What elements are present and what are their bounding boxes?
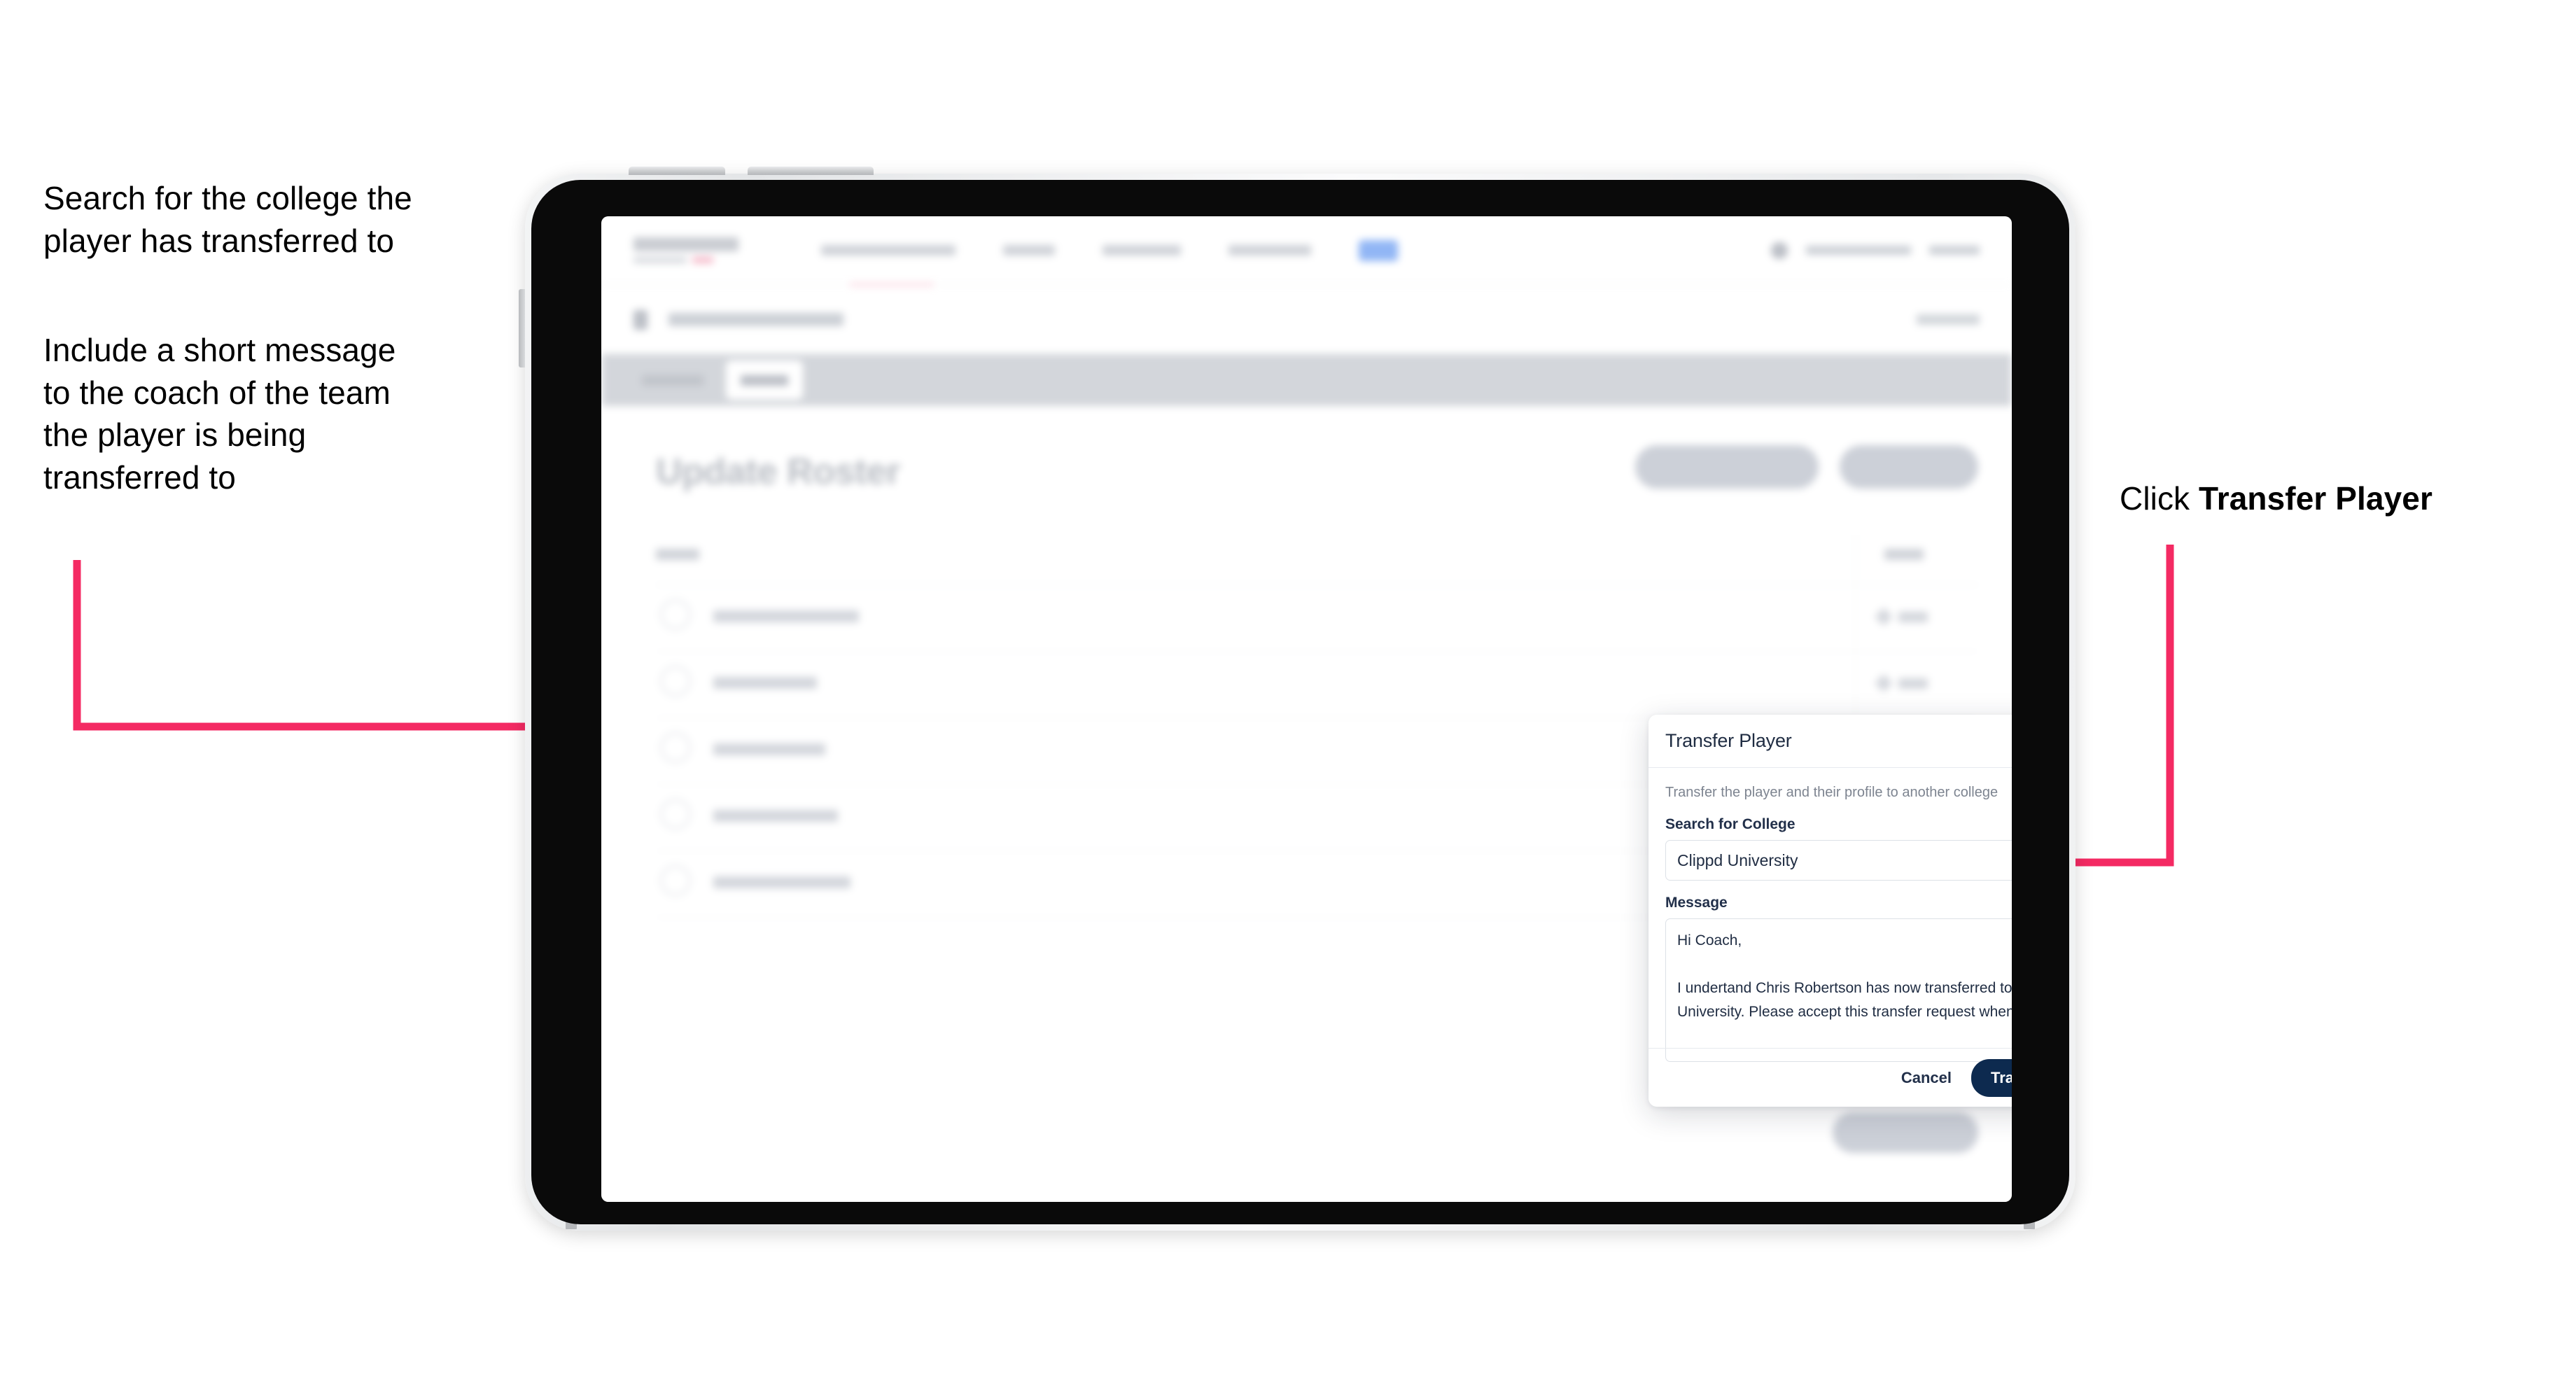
college-field-label: Search for College — [1665, 816, 1795, 832]
app-breadcrumb-bar — [601, 286, 2012, 354]
tablet-screen: Update Roster Transfer Player Transfer t… — [601, 216, 2012, 1202]
logo-wordmark — [634, 237, 738, 251]
message-field-label: Message — [1665, 895, 1728, 911]
breadcrumb-title — [668, 313, 844, 326]
app-top-navbar — [601, 216, 2012, 285]
annotation-include-message: Include a short message to the coach of … — [43, 332, 396, 496]
column-header-edit — [1884, 549, 1924, 560]
pencil-icon — [1875, 674, 1893, 692]
user-avatar[interactable] — [1771, 241, 1788, 259]
user-email-label — [1806, 246, 1911, 255]
power-button[interactable] — [519, 289, 525, 368]
logo-tagline — [634, 257, 687, 263]
top-right-cluster — [1771, 241, 1980, 259]
roster-list-header — [656, 535, 1978, 585]
sign-out-link[interactable] — [1929, 246, 1980, 255]
table-row[interactable] — [656, 585, 1978, 652]
dialog-title: Transfer Player — [1665, 730, 1792, 751]
row-divider — [1855, 652, 1856, 718]
breadcrumb-action[interactable] — [1917, 314, 1980, 325]
request-player-transfer-button[interactable] — [1635, 445, 1819, 489]
nav-item-active-pill[interactable] — [1359, 239, 1398, 261]
tablet-bezel: Update Roster Transfer Player Transfer t… — [531, 180, 2069, 1224]
breadcrumb-icon — [634, 309, 648, 330]
tablet-device-frame: Update Roster Transfer Player Transfer t… — [519, 167, 2076, 1231]
avatar — [660, 732, 691, 763]
tab-active-roster[interactable] — [726, 360, 803, 400]
nav-item-2[interactable] — [1003, 245, 1055, 255]
dialog-body: Transfer the player and their profile to… — [1648, 768, 2012, 1077]
annotation-right-bold: Transfer Player — [2199, 480, 2432, 517]
avatar — [660, 799, 691, 830]
player-name — [713, 677, 817, 689]
search-college-input[interactable] — [1665, 840, 2012, 881]
app-logo[interactable] — [634, 237, 738, 263]
screenshot-canvas: Search for the college the player has tr… — [0, 0, 2576, 1386]
transfer-player-button[interactable]: Transfer Player — [1971, 1058, 2012, 1097]
row-divider — [1855, 585, 1856, 651]
page-title: Update Roster — [656, 451, 900, 492]
edit-label — [1898, 678, 1928, 689]
logo-accent-mark — [692, 257, 713, 263]
dialog-header: Transfer Player — [1648, 715, 2012, 768]
player-name — [713, 810, 838, 822]
primary-nav — [821, 239, 1398, 261]
app-tab-bar — [601, 354, 2012, 406]
save-roster-button[interactable] — [1833, 1112, 1978, 1153]
transfer-player-dialog: Transfer Player Transfer the player and … — [1648, 715, 2012, 1107]
cancel-button[interactable]: Cancel — [1897, 1063, 1956, 1093]
edit-action[interactable] — [1875, 608, 1928, 626]
volume-down-button[interactable] — [748, 167, 874, 175]
pencil-icon — [1875, 608, 1893, 626]
add-player-button[interactable] — [1840, 445, 1978, 489]
nav-item-1[interactable] — [821, 245, 955, 255]
player-name — [713, 876, 850, 888]
nav-item-4[interactable] — [1228, 245, 1311, 255]
avatar — [660, 599, 691, 630]
tab-inactive[interactable] — [642, 374, 704, 386]
message-textarea[interactable]: Hi Coach, I undertand Chris Robertson ha… — [1665, 918, 2012, 1062]
nav-item-3[interactable] — [1102, 245, 1181, 255]
column-divider — [1855, 535, 1856, 584]
dialog-subtitle: Transfer the player and their profile to… — [1665, 785, 1998, 800]
avatar — [660, 666, 691, 696]
edit-label — [1898, 611, 1928, 622]
table-row[interactable] — [656, 652, 1978, 718]
avatar — [660, 865, 691, 896]
edit-action[interactable] — [1875, 674, 1928, 692]
volume-up-button[interactable] — [629, 167, 725, 175]
player-name — [713, 610, 859, 622]
player-name — [713, 743, 825, 755]
annotation-search-college: Search for the college the player has tr… — [43, 180, 412, 259]
column-header-name — [656, 549, 699, 560]
dialog-footer: Cancel Transfer Player — [1648, 1048, 2012, 1107]
annotation-right-prefix: Click — [2120, 480, 2199, 517]
annotation-click-transfer-player: Click Transfer Player — [2120, 477, 2568, 520]
